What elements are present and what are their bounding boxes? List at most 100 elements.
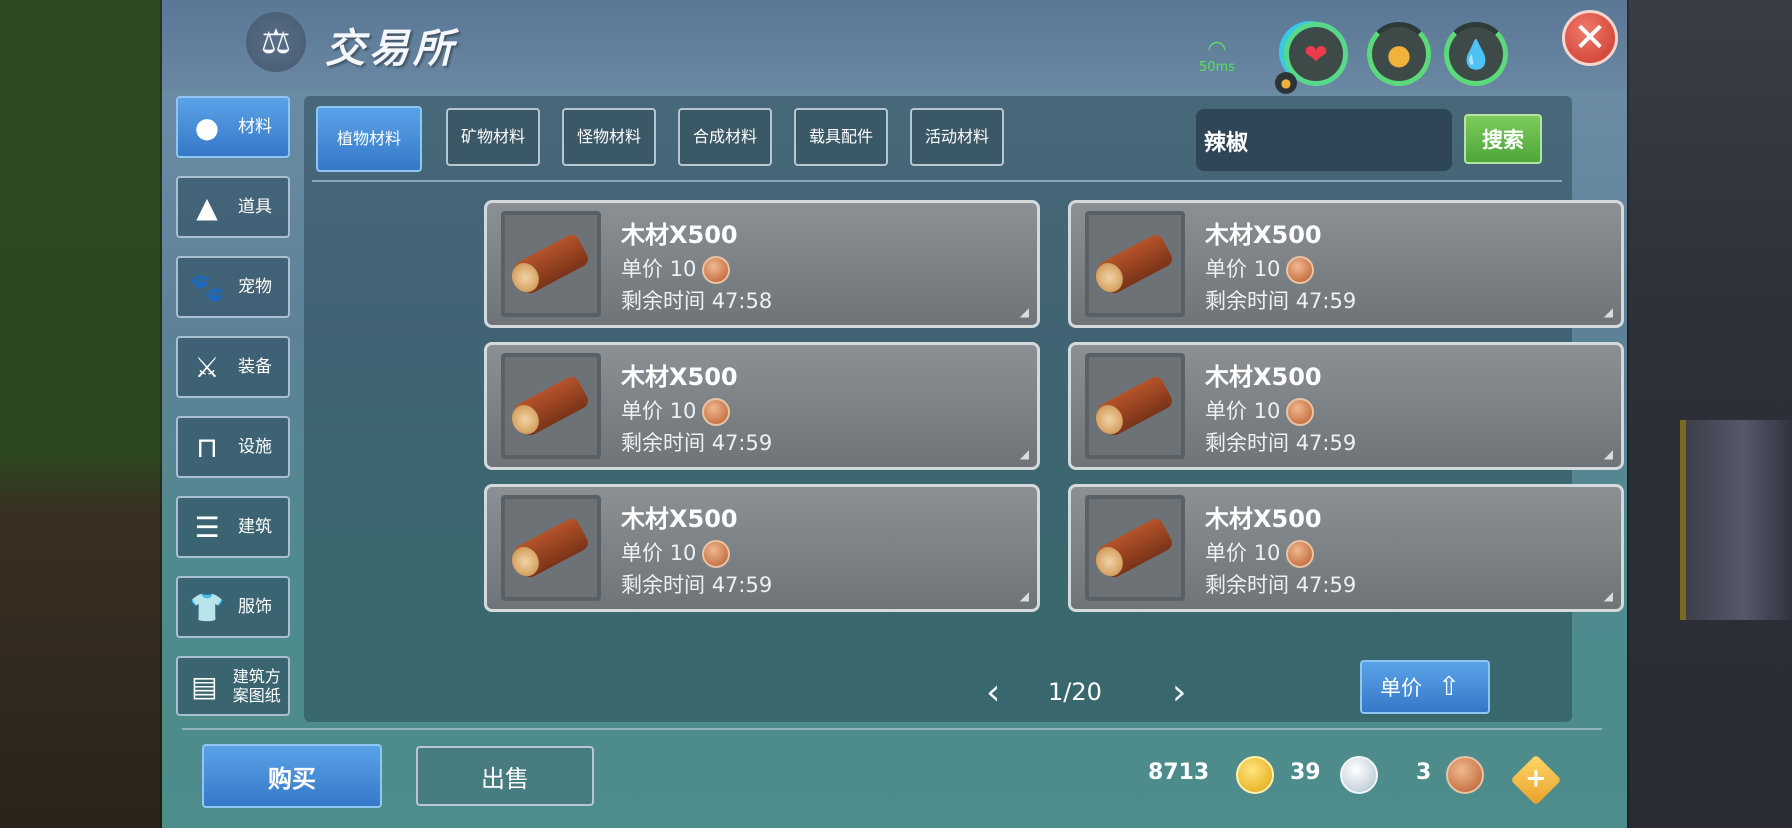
listing-card[interactable]: 木材X500 单价 10 剩余时间 47:59 ◢ [484,484,1040,612]
subtab-event-materials[interactable]: 活动材料 [910,108,1004,166]
listing-card[interactable]: 木材X500 单价 10 剩余时间 47:58 ◢ [484,200,1040,328]
subtab-plant-materials[interactable]: 植物材料 [316,106,422,172]
wall-icon: ☰ [194,510,220,544]
item-frame [501,353,601,459]
item-frame [501,211,601,317]
paw-icon: 🐾 [189,270,225,304]
price-label: 单价 [621,257,663,281]
item-name: 木材X500 [621,505,738,533]
scale-icon: ⚖ [246,12,306,72]
category-pets[interactable]: 🐾 宠物 [176,256,290,318]
price-label: 单价 [1205,541,1247,565]
search-button[interactable]: 搜索 [1464,114,1542,164]
divider [312,180,1562,182]
corner-mark-icon: ◢ [1603,589,1613,603]
subtab-label: 合成材料 [692,127,757,146]
chevron-left-icon: ‹ [986,672,1001,713]
plus-icon: + [1525,763,1547,794]
subtab-crafted-materials[interactable]: 合成材料 [678,108,772,166]
copper-coin-icon [702,398,731,426]
water-drop-icon: 💧 [1458,37,1494,71]
corner-mark-icon: ◢ [1019,305,1029,319]
category-label: 建筑 [238,516,272,537]
item-time: 剩余时间 47:59 [621,427,772,457]
category-label: 服饰 [238,596,272,617]
subtab-label: 植物材料 [336,129,401,148]
category-facilities[interactable]: ⊓ 设施 [176,416,290,478]
item-price: 单价 10 [621,253,731,284]
subtab-mineral-materials[interactable]: 矿物材料 [446,108,540,166]
network-status: ◠ 50ms [1192,37,1242,76]
buy-button[interactable]: 购买 [202,744,382,808]
sort-by-price-button[interactable]: 单价 ⇧ [1360,660,1490,714]
price-label: 单价 [621,541,663,565]
time-value: 47:59 [711,573,773,597]
wood-log-icon [1095,374,1175,438]
sell-button[interactable]: 出售 [416,746,594,806]
item-price: 单价 10 [1205,395,1315,426]
item-time: 剩余时间 47:59 [621,569,772,599]
wifi-icon: ◠ [1207,37,1227,62]
heart-icon: ❤ [1304,37,1328,71]
copper-coin-icon [1286,540,1315,568]
time-value: 47:59 [1295,573,1357,597]
time-value: 47:59 [1295,289,1357,313]
listing-area: 植物材料 矿物材料 怪物材料 合成材料 载具配件 活动材料 辣椒 搜索 木材X5… [304,96,1624,722]
listing-card[interactable]: 木材X500 单价 10 剩余时间 47:59 ◢ [1068,200,1624,328]
wood-log-icon [511,516,591,580]
category-label: 道具 [238,196,272,217]
add-currency-button[interactable]: + [1510,754,1562,806]
subtab-vehicle-parts[interactable]: 载具配件 [794,108,888,166]
search-input[interactable]: 辣椒 [1196,109,1452,171]
subtab-label: 载具配件 [808,127,873,146]
footer-divider [182,728,1602,730]
page-title: 交易所 [325,26,457,72]
category-clothing[interactable]: 👕 服饰 [176,576,290,638]
item-name: 木材X500 [1205,221,1322,249]
item-name: 木材X500 [621,363,738,391]
price-value: 10 [1253,399,1281,423]
gold-amount: 8713 [1148,760,1210,785]
corner-mark-icon: ◢ [1019,447,1029,461]
time-label: 剩余时间 [1205,289,1289,313]
hunger-gauge[interactable]: ● [1367,22,1431,86]
close-icon: ✕ [1573,15,1607,61]
listing-card[interactable]: 木材X500 单价 10 剩余时间 47:59 ◢ [484,342,1040,470]
corner-mark-icon: ◢ [1603,447,1613,461]
listing-card[interactable]: 木材X500 单价 10 剩余时间 47:59 ◢ [1068,484,1624,612]
category-materials[interactable]: ● 材料 [176,96,290,158]
copper-coin-icon [702,256,731,284]
item-time: 剩余时间 47:59 [1205,285,1356,315]
corner-mark-icon: ◢ [1603,305,1613,319]
item-time: 剩余时间 47:59 [1205,427,1356,457]
sort-arrow-icon: ⇧ [1438,672,1460,702]
listing-card[interactable]: 木材X500 单价 10 剩余时间 47:59 ◢ [1068,342,1624,470]
time-label: 剩余时间 [1205,431,1289,455]
gold-coin-icon [1236,756,1274,794]
time-label: 剩余时间 [621,289,705,313]
subtab-monster-materials[interactable]: 怪物材料 [562,108,656,166]
sword-icon: ⚔ [194,350,220,384]
price-label: 单价 [621,399,663,423]
thirst-gauge[interactable]: 💧 [1444,22,1508,86]
wood-log-icon [511,232,591,296]
exchange-panel: ⚖ 交易所 ◠ 50ms ❤ ● ● 💧 ✕ ● 材料 ▲ 道具 🐾 宠物 ⚔ … [162,0,1627,828]
category-label: 设施 [238,436,272,457]
next-page-button[interactable]: › [1172,672,1186,713]
flask-icon: ▲ [196,190,218,224]
price-value: 10 [669,541,697,565]
item-name: 木材X500 [621,221,738,249]
category-buildings[interactable]: ☰ 建筑 [176,496,290,558]
ping-text: 50ms [1199,60,1235,75]
item-name: 木材X500 [1205,363,1322,391]
level-badge-icon: ● [1275,72,1297,94]
category-label: 装备 [238,356,272,377]
item-price: 单价 10 [621,537,731,568]
category-equipment[interactable]: ⚔ 装备 [176,336,290,398]
item-price: 单价 10 [1205,253,1315,284]
category-items[interactable]: ▲ 道具 [176,176,290,238]
category-blueprints[interactable]: ▤ 建筑方案图纸 [176,656,290,716]
close-button[interactable]: ✕ [1562,10,1618,66]
shirt-icon: 👕 [189,590,225,624]
prev-page-button[interactable]: ‹ [986,672,1000,713]
